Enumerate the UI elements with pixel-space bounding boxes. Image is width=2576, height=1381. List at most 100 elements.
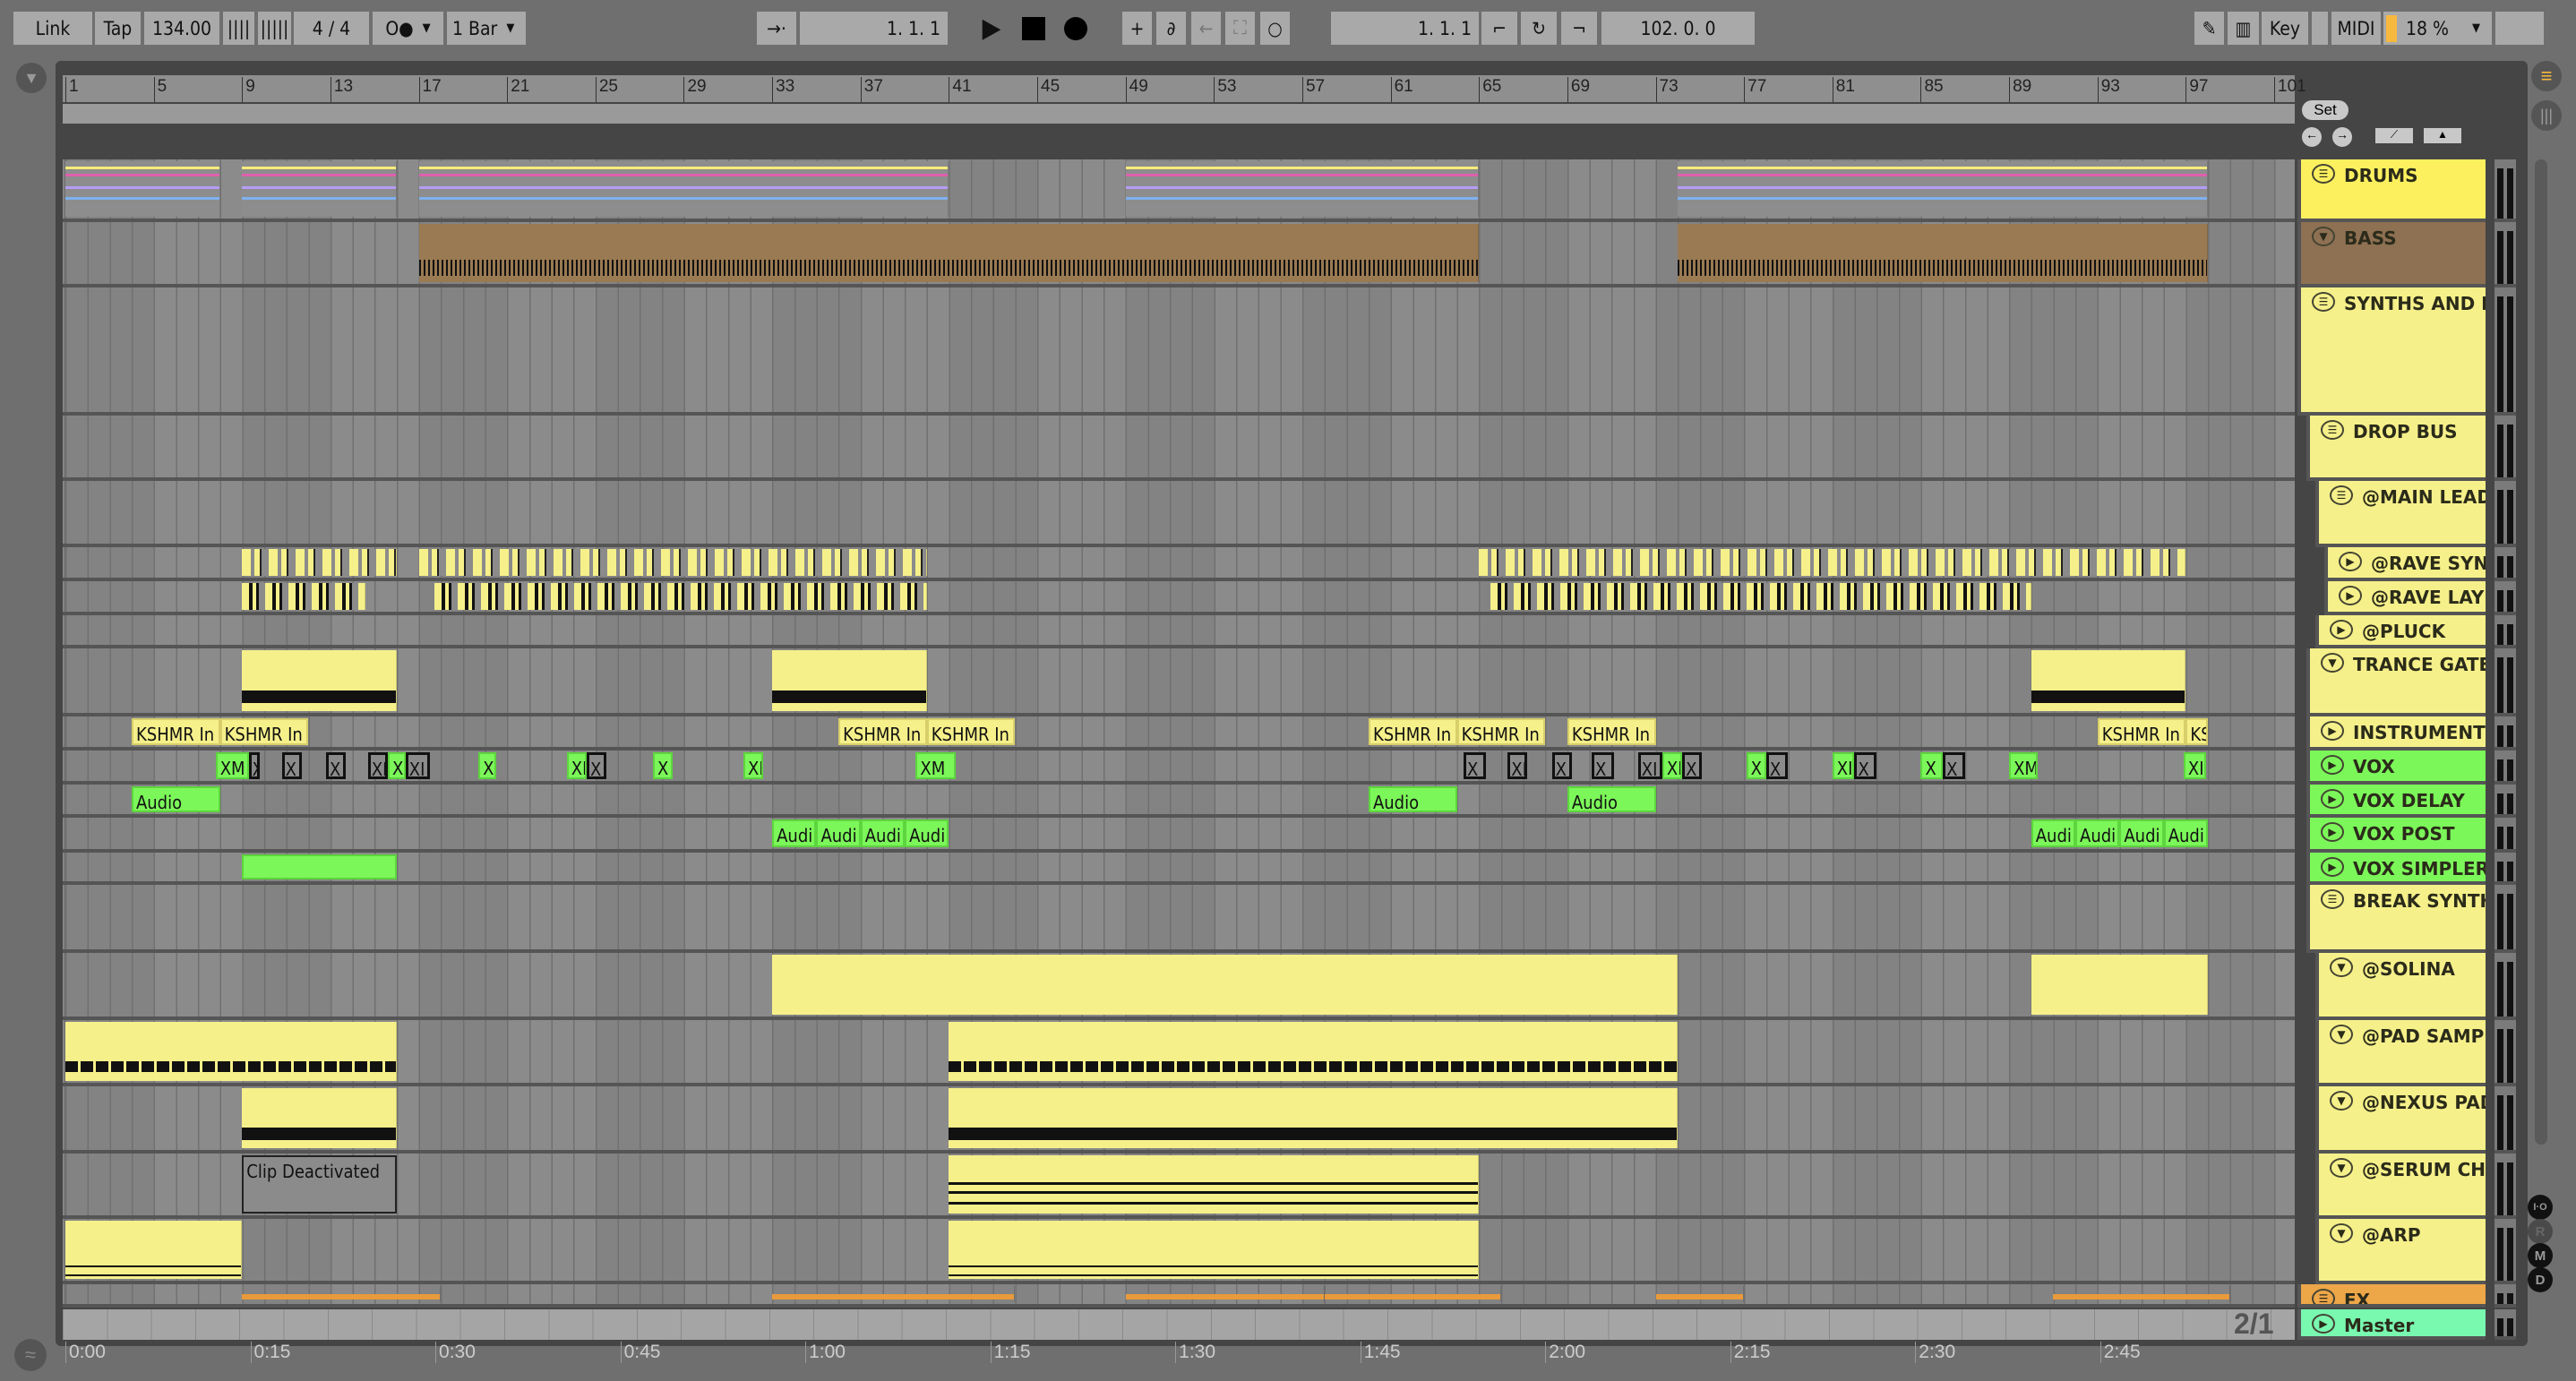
clip[interactable]: Audi: [2075, 819, 2120, 847]
track-header-bass[interactable]: ▼ BASS: [2297, 222, 2486, 287]
delay-toggle-button[interactable]: D: [2528, 1267, 2553, 1292]
play-button[interactable]: ▶: [976, 12, 1007, 45]
clip[interactable]: XI: [388, 752, 406, 779]
track-header-vox-post[interactable]: ▶ VOX POST: [2306, 818, 2486, 853]
clip[interactable]: [772, 1286, 1016, 1302]
tempo-field[interactable]: 134.00: [144, 12, 219, 45]
track-play-icon[interactable]: ▶: [2339, 552, 2362, 571]
session-record-icon[interactable]: ○: [1260, 12, 1290, 45]
session-view-toggle-icon[interactable]: |||: [2531, 100, 2562, 131]
track-lane[interactable]: [63, 1284, 2295, 1308]
key-map-button[interactable]: Key: [2262, 12, 2308, 45]
clip[interactable]: X: [652, 752, 674, 779]
group-fold-icon[interactable]: ☰: [2312, 1289, 2335, 1304]
track-header-trance-gate-s[interactable]: ▼ TRANCE GATE S: [2306, 648, 2486, 716]
groove-pool-icon[interactable]: ≈: [14, 1339, 47, 1371]
clip[interactable]: KSHMR In: [2097, 718, 2186, 745]
browser-toggle-icon[interactable]: ▼: [16, 63, 47, 93]
punch-out-icon[interactable]: ¬: [1561, 12, 1597, 45]
track-lane[interactable]: [63, 481, 2295, 547]
group-fold-icon[interactable]: ☰: [2312, 164, 2335, 184]
clip[interactable]: X: [1463, 752, 1486, 779]
clip[interactable]: KSHMR In: [219, 718, 309, 745]
clip[interactable]: [2031, 650, 2186, 711]
track-header-main-lead[interactable]: ☰ @MAIN LEAD: [2315, 481, 2486, 547]
clip[interactable]: Audio: [1567, 786, 1656, 812]
track-play-icon[interactable]: ▶: [2321, 857, 2344, 877]
track-header-arp[interactable]: ▼ @ARP: [2315, 1219, 2486, 1284]
clip[interactable]: [242, 1286, 442, 1302]
track-lane[interactable]: Audi Audi Audi Audi Audi Audi Audi Audi: [63, 818, 2295, 853]
stop-button[interactable]: [1018, 12, 1049, 45]
quantize-select[interactable]: 1 Bar ▼: [447, 12, 526, 45]
track-play-icon[interactable]: ▶: [2339, 586, 2362, 605]
clip[interactable]: [2031, 955, 2208, 1015]
mixer-toggle-button[interactable]: M: [2528, 1243, 2553, 1268]
track-header-instrument-r[interactable]: ▶ INSTRUMENT R: [2306, 716, 2486, 751]
clip[interactable]: [1490, 583, 2031, 610]
track-lane[interactable]: [63, 615, 2295, 648]
track-lane[interactable]: [63, 581, 2295, 615]
next-locator-icon[interactable]: →: [2332, 127, 2352, 147]
track-header-vox-delay[interactable]: ▶ VOX DELAY: [2306, 785, 2486, 818]
clip[interactable]: [242, 161, 397, 217]
vertical-scrollbar[interactable]: [2535, 159, 2547, 1145]
clip[interactable]: Audi: [905, 819, 949, 847]
returns-toggle-button[interactable]: R: [2528, 1219, 2553, 1244]
track-header-break-synths[interactable]: ☰ BREAK SYNTHS: [2306, 885, 2486, 953]
clip[interactable]: X: [1746, 752, 1766, 779]
lock-icon[interactable]: ▲: [2424, 128, 2461, 143]
clip[interactable]: [242, 854, 397, 879]
clip[interactable]: [949, 1088, 1679, 1148]
track-play-icon[interactable]: ▶: [2321, 755, 2344, 775]
midi-map-button[interactable]: MIDI: [2331, 12, 2381, 45]
track-header-vox[interactable]: ▶ VOX: [2306, 751, 2486, 785]
clip[interactable]: XI: [1832, 752, 1855, 779]
clip[interactable]: [418, 549, 927, 576]
track-lane[interactable]: [63, 159, 2295, 222]
loop-length-field[interactable]: 102. 0. 0: [1601, 12, 1755, 45]
track-lane[interactable]: Audio Audio Audio: [63, 785, 2295, 818]
clip[interactable]: [242, 583, 366, 610]
fold-icon[interactable]: ▼: [2330, 1158, 2353, 1178]
track-play-icon[interactable]: ▶: [2321, 822, 2344, 842]
track-lane[interactable]: [63, 287, 2295, 416]
track-lane[interactable]: [63, 853, 2295, 885]
track-play-icon[interactable]: ▶: [2321, 789, 2344, 809]
track-lane[interactable]: XMXXXXIXIXIXXIXXXIXMXXIXXXIXIXXXXIXXXXMX…: [63, 751, 2295, 785]
clip[interactable]: XI: [405, 752, 430, 779]
track-lane[interactable]: [63, 953, 2295, 1020]
automation-arm-icon[interactable]: ∂: [1156, 12, 1186, 45]
clip[interactable]: X: [586, 752, 607, 779]
track-header-synths-and-ins[interactable]: ☰ SYNTHS AND INS: [2297, 287, 2486, 416]
track-header-master[interactable]: ▶ Master: [2297, 1309, 2486, 1340]
metronome-button[interactable]: O● ▼: [373, 12, 443, 45]
clip[interactable]: [1655, 1286, 1745, 1302]
clip[interactable]: [242, 1088, 397, 1148]
track-lane[interactable]: [63, 547, 2295, 581]
group-fold-icon[interactable]: ☰: [2312, 292, 2335, 312]
set-button[interactable]: Set: [2302, 100, 2348, 120]
bar-ruler[interactable]: 1 5 9 13 17 21 25 29 33 37 41 45 49 53 57 61 65 69 73 77 81 8…: [63, 75, 2306, 102]
track-lane[interactable]: Clip Deactivated: [63, 1154, 2295, 1219]
clip[interactable]: XI: [743, 752, 764, 779]
clip[interactable]: XI: [1637, 752, 1662, 779]
clip[interactable]: X: [1765, 752, 1789, 779]
clip[interactable]: [1126, 161, 1480, 217]
arrangement-position-field[interactable]: 1. 1. 1: [800, 12, 948, 45]
record-button[interactable]: [1060, 12, 1091, 45]
capture-icon[interactable]: ⛶: [1225, 12, 1255, 45]
track-header-nexus-pad[interactable]: ▼ @NEXUS PAD: [2315, 1086, 2486, 1154]
time-signature-field[interactable]: 4 / 4: [294, 12, 369, 45]
track-play-icon[interactable]: ▶: [2312, 1314, 2335, 1334]
clip[interactable]: X: [325, 752, 347, 779]
track-header-fx[interactable]: ☰ FX: [2297, 1284, 2486, 1308]
clip[interactable]: X: [281, 752, 302, 779]
punch-in-icon[interactable]: ⌐: [1481, 12, 1517, 45]
track-lane[interactable]: [63, 1020, 2295, 1086]
clip[interactable]: KSHMR In: [1456, 718, 1546, 745]
clip[interactable]: KS: [2185, 718, 2209, 745]
clip[interactable]: Audio: [1368, 786, 1457, 812]
arrangement-view-toggle-icon[interactable]: ≡: [2531, 61, 2562, 91]
clip[interactable]: X: [1943, 752, 1965, 779]
